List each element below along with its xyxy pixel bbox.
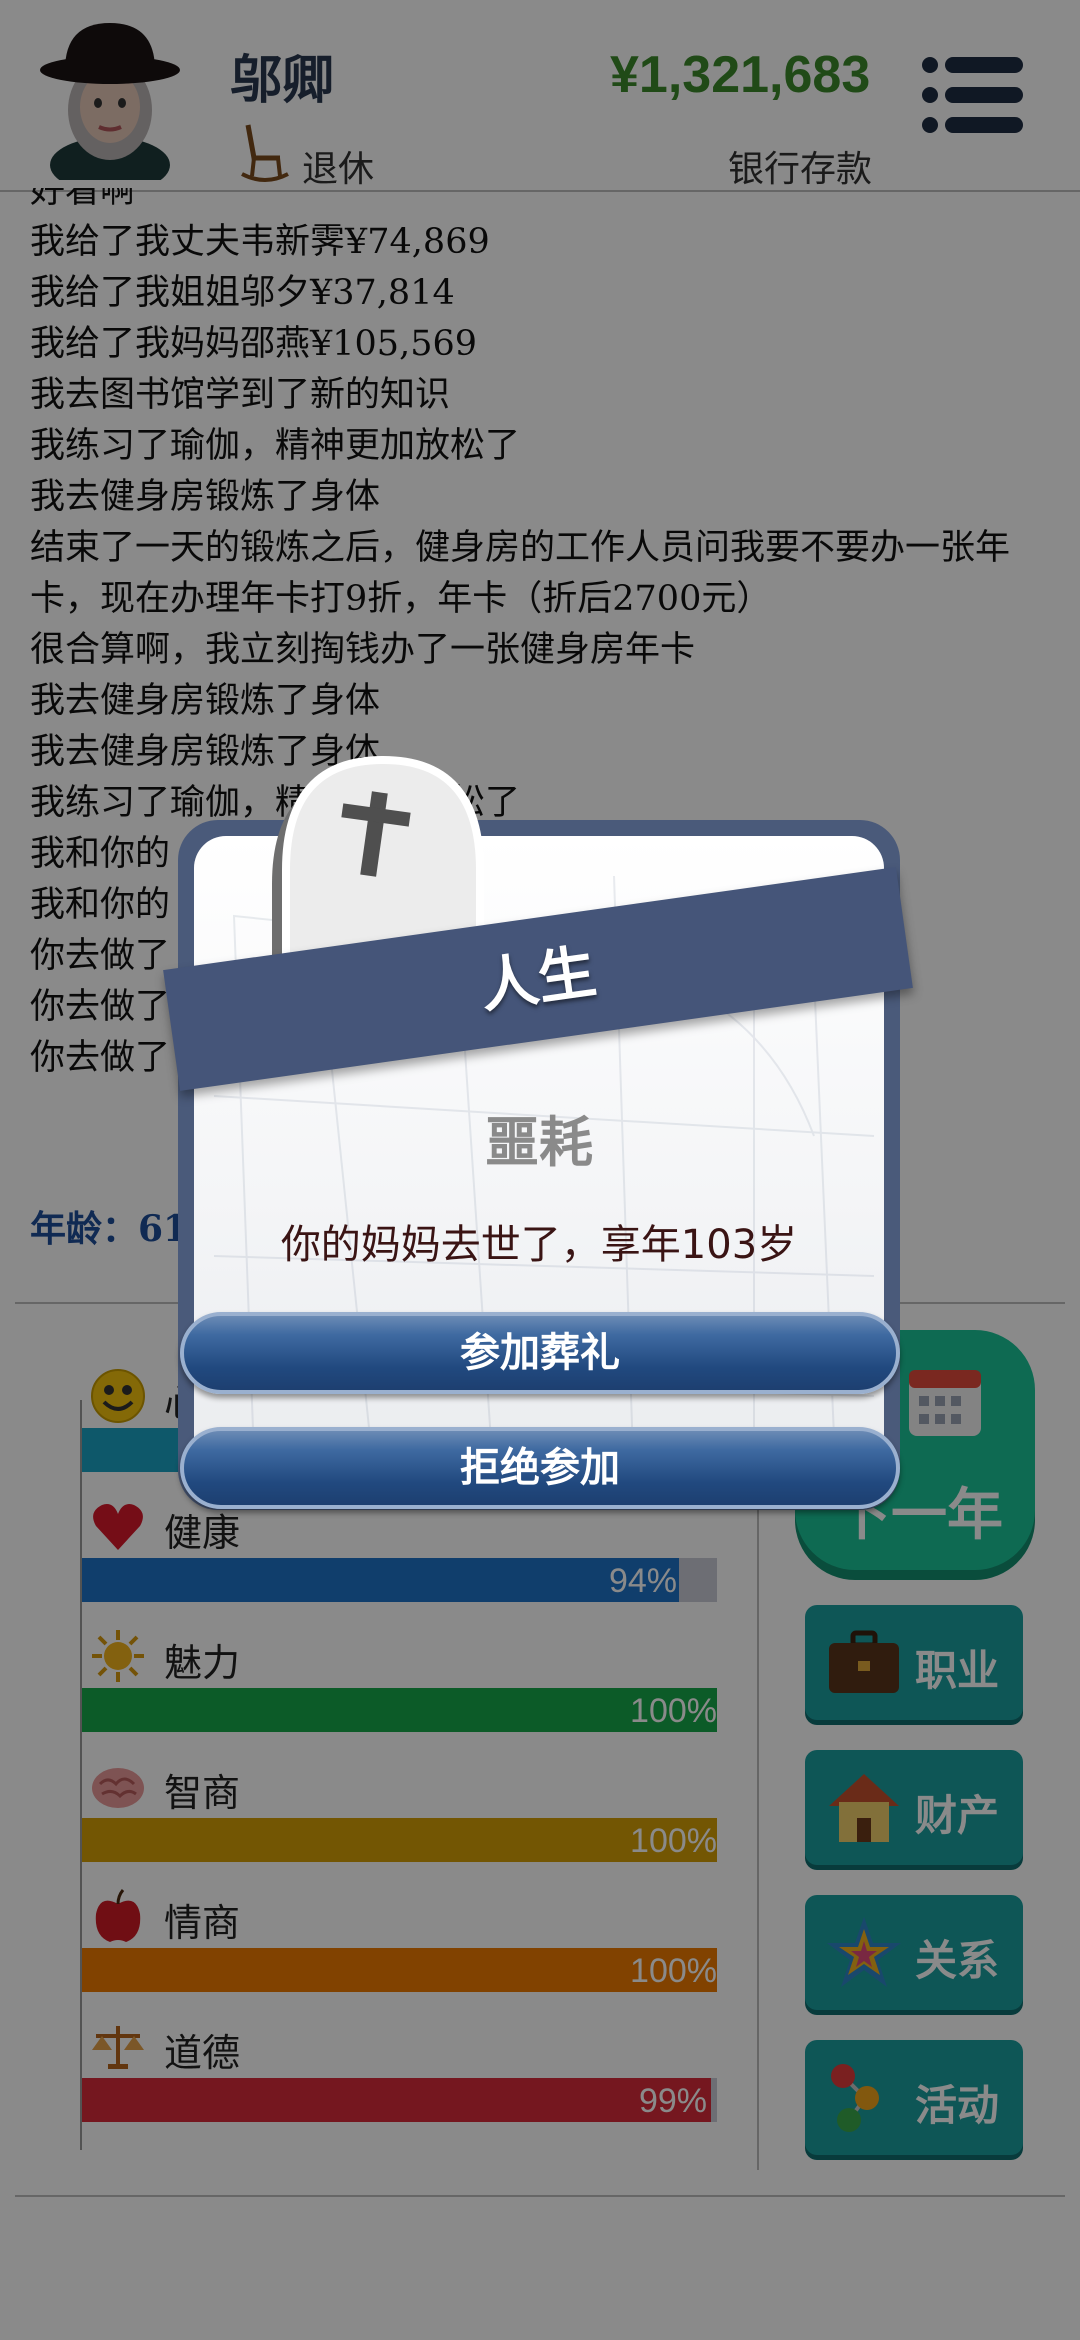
app-screen: 邬卿 退休 ¥1,321,683 银行存款 好看啊 我给了我丈夫韦新霁¥74,8… (0, 0, 1080, 2340)
decline-button[interactable]: 拒绝参加 (180, 1427, 900, 1509)
decline-label: 拒绝参加 (460, 1445, 620, 1491)
dialog-message: 你的妈妈去世了，享年103岁 (280, 1222, 798, 1268)
dialog-heading: 噩耗 (485, 1111, 593, 1174)
attend-funeral-button[interactable]: 参加葬礼 (180, 1312, 900, 1394)
attend-funeral-label: 参加葬礼 (460, 1330, 620, 1376)
